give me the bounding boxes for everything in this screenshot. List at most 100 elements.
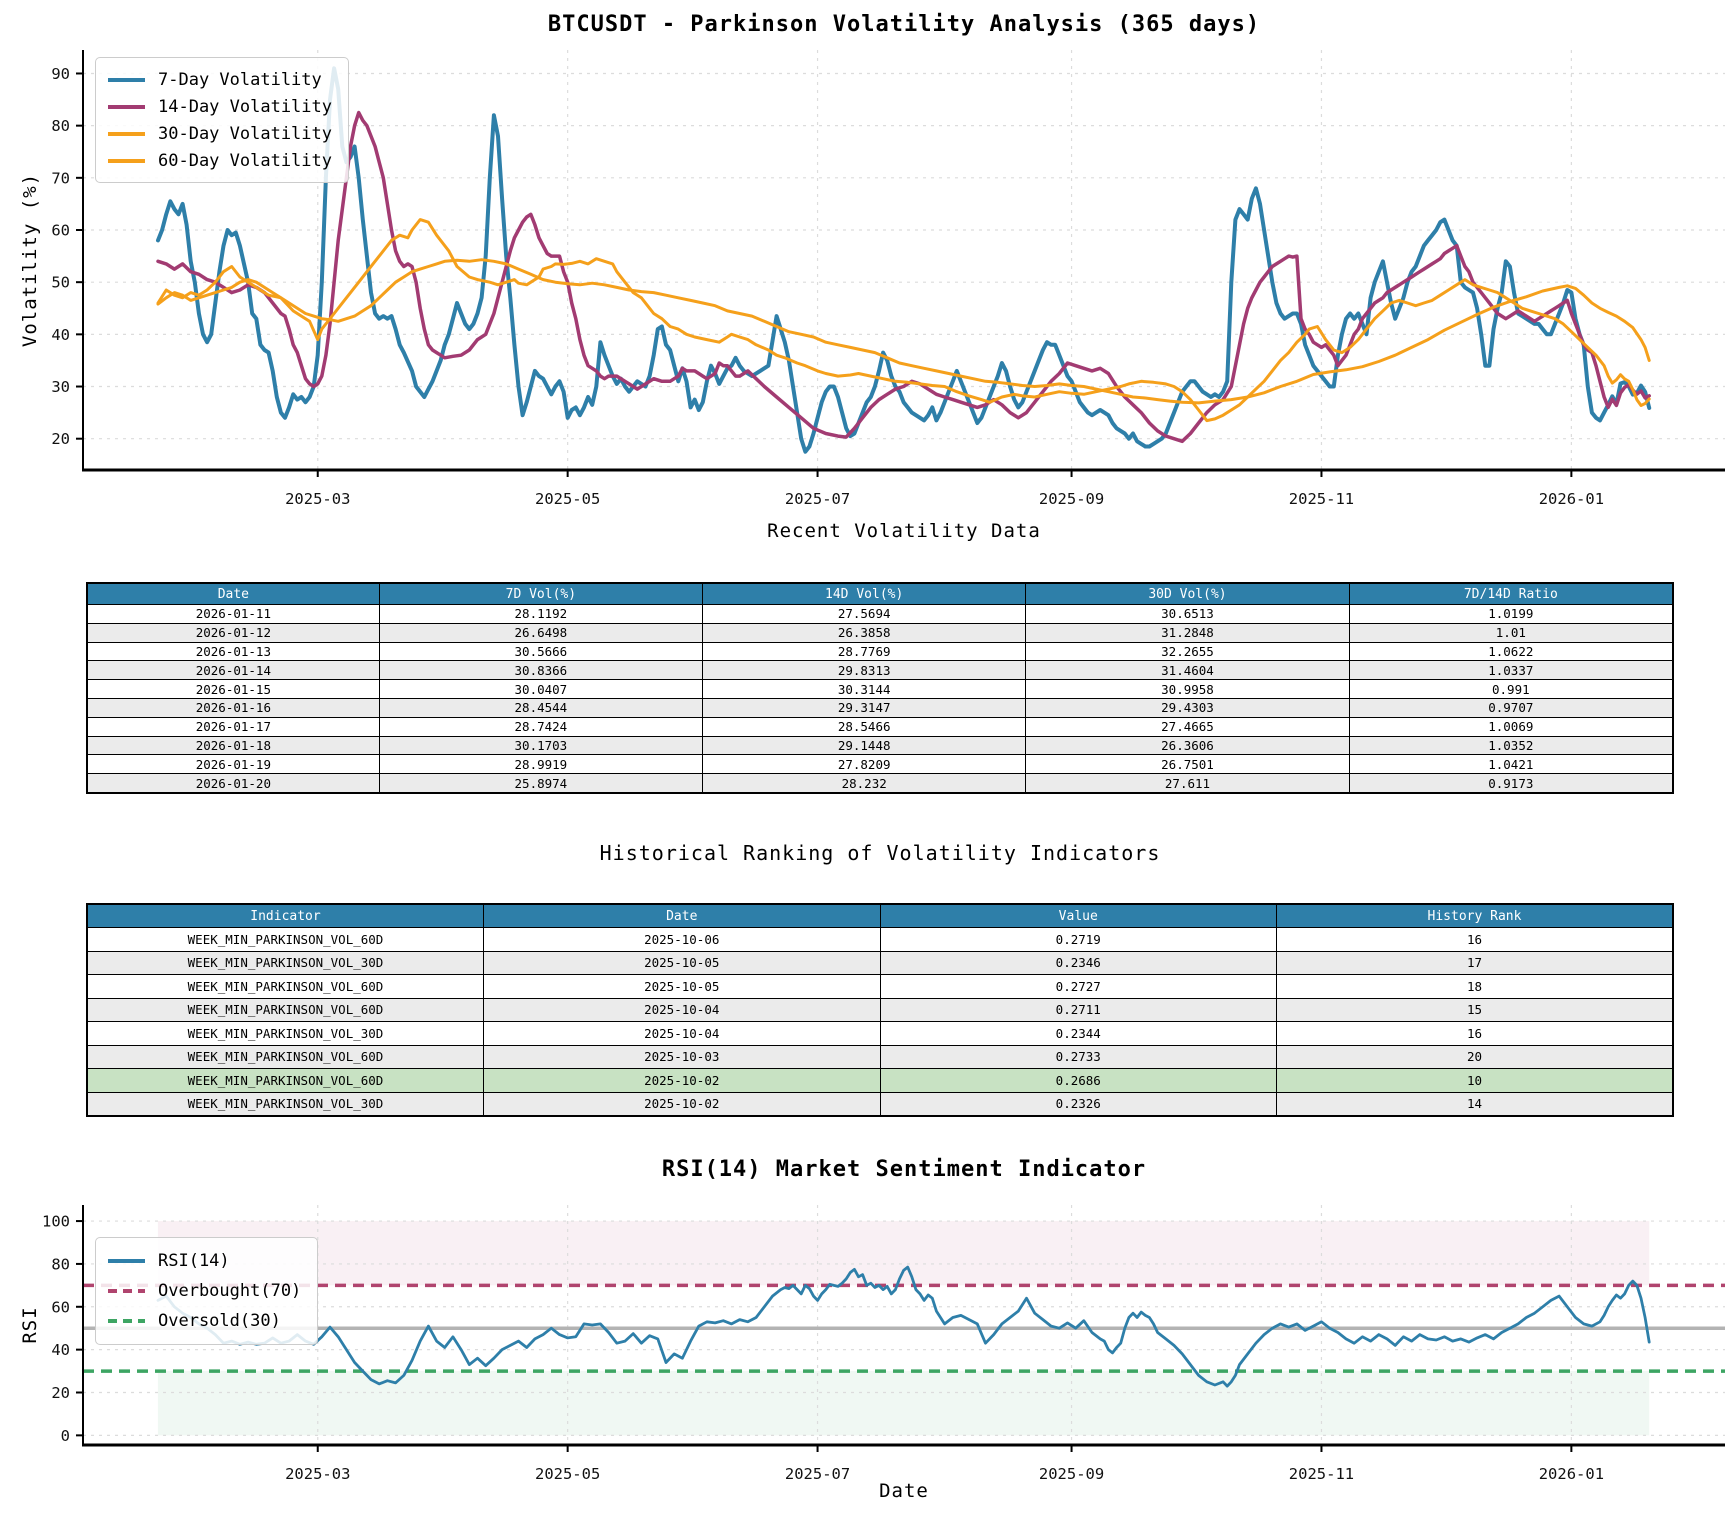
table-cell: 2026-01-15 [86, 679, 380, 699]
table-cell: 2025-10-05 [483, 950, 881, 975]
column-header: 30D Vol(%) [1025, 582, 1350, 605]
table-cell: 0.2686 [879, 1068, 1277, 1093]
legend-label: Overbought(70) [158, 1281, 302, 1301]
table-row: 2026-01-19 28.9919 27.8209 26.7501 1.0421 [86, 754, 1674, 775]
table-cell: 2026-01-19 [86, 754, 380, 775]
table-cell: 30.1703 [378, 735, 704, 756]
x-tick-label: 2025-05 [535, 490, 600, 508]
ranking-table-body: WEEK_MIN_PARKINSON_VOL_60D 2025-10-06 0.27… [86, 927, 1674, 1117]
table-cell: 2025-10-06 [483, 927, 881, 952]
x-tick-label: 2025-07 [785, 490, 850, 508]
x-tick-label: 2026-01 [1539, 490, 1604, 508]
column-header: Date [483, 903, 881, 928]
table-cell: 0.2727 [879, 974, 1277, 999]
table-cell: 29.8313 [702, 660, 1027, 681]
y-tick-label: 80 [51, 117, 70, 135]
table-cell: WEEK_MIN_PARKINSON_VOL_30D [86, 1021, 484, 1046]
table-cell: 2026-01-17 [86, 716, 380, 737]
table-cell: 29.1448 [702, 735, 1027, 756]
legend-label: RSI(14) [158, 1251, 230, 1271]
table-cell: 2025-10-02 [483, 1068, 881, 1093]
table-cell: 2026-01-18 [86, 735, 380, 756]
legend-item: 7-Day Volatility [108, 66, 332, 93]
y-tick-label: 60 [51, 222, 70, 240]
column-header: Value [879, 903, 1277, 928]
column-header: Indicator [86, 903, 484, 928]
table-cell: 1.0199 [1348, 604, 1674, 624]
table-cell: 31.4604 [1025, 660, 1350, 681]
x-tick-label: 2025-03 [285, 490, 350, 508]
table-cell: 28.7424 [378, 716, 704, 737]
series-30-day-volatility [156, 218, 1651, 423]
ranking-table: Indicator Date Value History Rank WEEK_MIN_… [86, 903, 1674, 1117]
table-cell: 28.4544 [378, 697, 704, 718]
rsi-chart-title: RSI(14) Market Sentiment Indicator [661, 1157, 1147, 1182]
ranking-section-title: Historical Ranking of Volatility Indicat… [599, 841, 1161, 865]
table-cell: 30.5666 [378, 641, 704, 662]
table-row: 2026-01-12 26.6498 26.3858 31.2848 1.01 [86, 622, 1674, 643]
x-tick-label: 2025-09 [1039, 490, 1104, 508]
table-cell: 30.0407 [378, 679, 704, 699]
legend-label: 30-Day Volatility [158, 123, 332, 144]
table-cell: 28.9919 [378, 754, 704, 775]
legend-item: RSI(14) [108, 1246, 301, 1276]
table-cell: 28.232 [702, 773, 1027, 794]
volatility-chart-title: BTCUSDT - Parkinson Volatility Analysis … [547, 12, 1261, 37]
y-tick-label: 20 [51, 1384, 70, 1402]
legend-item: Oversold(30) [108, 1306, 301, 1336]
table-header-row: Date 7D Vol(%) 14D Vol(%) 30D Vol(%) 7D/14D … [86, 582, 1674, 605]
table-cell: 2025-10-04 [483, 1021, 881, 1046]
table-cell: 30.6513 [1025, 604, 1350, 624]
table-cell: WEEK_MIN_PARKINSON_VOL_30D [86, 1091, 484, 1117]
table-row: 2026-01-20 25.8974 28.232 27.611 0.9173 [86, 773, 1674, 794]
rsi-legend: RSI(14) Overbought(70) Oversold(30) [95, 1237, 319, 1345]
oversold-zone [157, 1371, 1650, 1436]
rsi-y-axis-label: RSI [19, 1306, 41, 1344]
table-cell: 0.2733 [879, 1044, 1277, 1069]
dashed-line-swatch-icon [108, 1318, 145, 1324]
table-cell: 0.9173 [1348, 773, 1674, 794]
table-cell: WEEK_MIN_PARKINSON_VOL_60D [86, 997, 484, 1022]
table-cell: WEEK_MIN_PARKINSON_VOL_60D [86, 1068, 484, 1093]
table-cell: 30.8366 [378, 660, 704, 681]
table-cell: 16 [1276, 1021, 1674, 1046]
table-cell: 2026-01-11 [86, 604, 380, 624]
table-cell: 28.7769 [702, 641, 1027, 662]
y-tick-label: 40 [51, 326, 70, 344]
y-tick-label: 50 [51, 274, 70, 292]
table-cell: 29.4303 [1025, 697, 1350, 718]
table-cell: 0.2344 [879, 1021, 1277, 1046]
table-cell: 0.991 [1348, 679, 1674, 699]
y-tick-label: 90 [51, 65, 70, 83]
table-cell: 1.01 [1348, 622, 1674, 643]
y-tick-label: 70 [51, 169, 70, 187]
series-14-day-volatility [156, 110, 1651, 444]
volatility-x-axis-label: Recent Volatility Data [767, 520, 1041, 542]
table-cell: 15 [1276, 997, 1674, 1022]
column-header: Date [86, 582, 380, 605]
table-cell: WEEK_MIN_PARKINSON_VOL_60D [86, 974, 484, 999]
table-cell: 2026-01-13 [86, 641, 380, 662]
table-cell: 28.5466 [702, 716, 1027, 737]
legend-item: Overbought(70) [108, 1276, 301, 1306]
table-cell: 26.3858 [702, 622, 1027, 643]
line-swatch-icon [108, 158, 145, 163]
table-cell: 0.2326 [879, 1091, 1277, 1117]
recent-volatility-table-header: Date 7D Vol(%) 14D Vol(%) 30D Vol(%) 7D/14D … [86, 582, 1674, 605]
table-cell: 2025-10-02 [483, 1091, 881, 1117]
table-cell: 10 [1276, 1068, 1674, 1093]
table-row: WEEK_MIN_PARKINSON_VOL_60D 2025-10-05 0.27… [86, 974, 1674, 999]
volatility-legend: 7-Day Volatility 14-Day Volatility 30-Day … [95, 57, 349, 183]
column-header: History Rank [1276, 903, 1674, 928]
legend-item: 60-Day Volatility [108, 147, 332, 174]
table-cell: 26.3606 [1025, 735, 1350, 756]
y-tick-label: 20 [51, 430, 70, 448]
table-cell: 14 [1276, 1091, 1674, 1117]
table-cell: 2025-10-03 [483, 1044, 881, 1069]
table-cell: 27.8209 [702, 754, 1027, 775]
table-cell: 26.7501 [1025, 754, 1350, 775]
table-row: WEEK_MIN_PARKINSON_VOL_30D 2025-10-04 0.23… [86, 1021, 1674, 1046]
table-cell: 30.9958 [1025, 679, 1350, 699]
line-swatch-icon [108, 1258, 145, 1264]
table-row: WEEK_MIN_PARKINSON_VOL_60D 2025-10-04 0.27… [86, 997, 1674, 1022]
